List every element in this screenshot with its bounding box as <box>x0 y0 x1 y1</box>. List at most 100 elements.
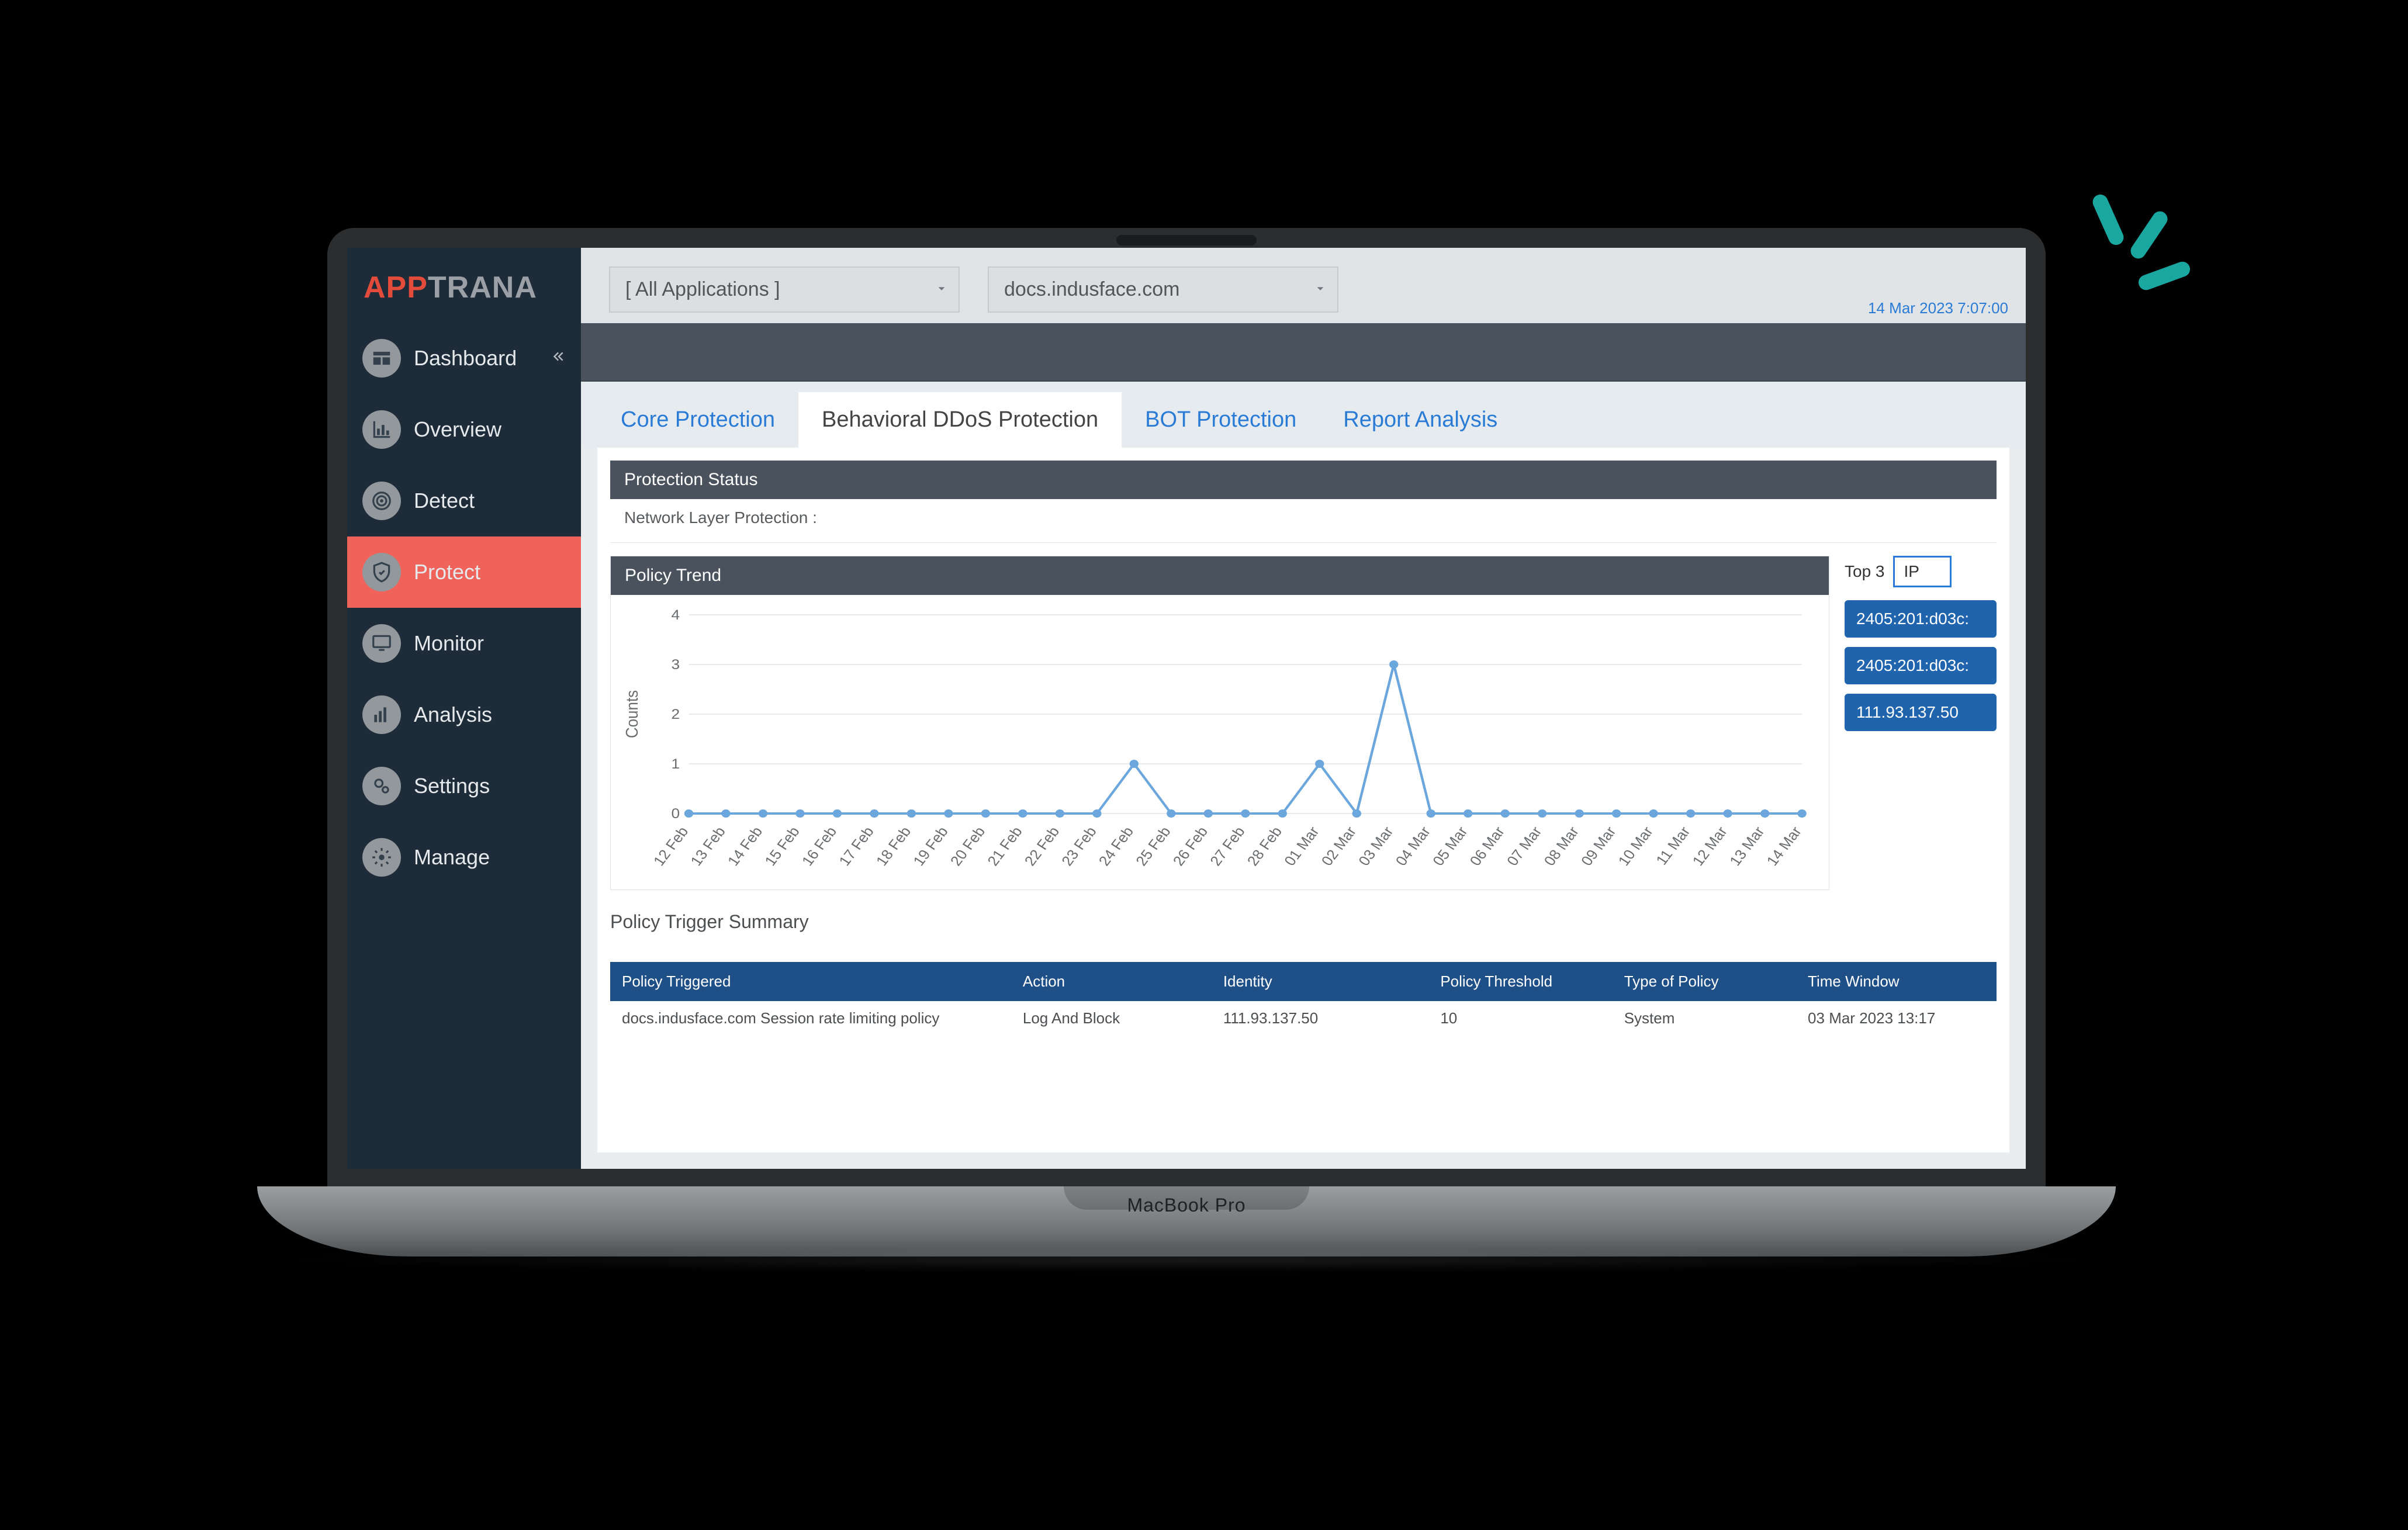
svg-text:22 Feb: 22 Feb <box>1022 824 1063 869</box>
monitor-icon <box>362 624 401 663</box>
svg-text:27 Feb: 27 Feb <box>1207 824 1248 869</box>
svg-text:11 Mar: 11 Mar <box>1653 824 1694 868</box>
sidebar-item-protect[interactable]: Protect <box>347 536 581 608</box>
svg-text:3: 3 <box>672 657 680 673</box>
sidebar-item-label: Manage <box>414 845 490 870</box>
svg-text:12 Mar: 12 Mar <box>1689 824 1731 868</box>
table-header-cell: Type of Policy <box>1613 962 1796 1001</box>
table-row[interactable]: docs.indusface.com Session rate limiting… <box>610 1001 1997 1036</box>
svg-text:05 Mar: 05 Mar <box>1430 824 1471 868</box>
sidebar-item-label: Dashboard <box>414 346 517 371</box>
sidebar-item-manage[interactable]: Manage <box>347 822 581 893</box>
table-cell: 03 Mar 2023 13:17 <box>1796 1001 1997 1036</box>
sidebar-item-monitor[interactable]: Monitor <box>347 608 581 679</box>
svg-text:09 Mar: 09 Mar <box>1578 824 1620 868</box>
svg-text:02 Mar: 02 Mar <box>1319 824 1360 868</box>
svg-text:25 Feb: 25 Feb <box>1133 824 1174 869</box>
sidebar-item-label: Detect <box>414 489 475 513</box>
sidebar-item-label: Protect <box>414 560 480 584</box>
svg-text:06 Mar: 06 Mar <box>1466 824 1508 868</box>
svg-text:10 Mar: 10 Mar <box>1615 824 1656 868</box>
gears-icon <box>362 767 401 805</box>
brand-part2: TRANA <box>428 271 537 304</box>
table-header-cell: Time Window <box>1796 962 1997 1001</box>
laptop-base: MacBook Pro <box>257 1186 2116 1256</box>
chart-icon <box>362 410 401 449</box>
tab-behavioral-ddos-protection[interactable]: Behavioral DDoS Protection <box>798 392 1122 448</box>
svg-text:2: 2 <box>672 707 680 722</box>
table-header-cell: Identity <box>1212 962 1429 1001</box>
sidebar-item-overview[interactable]: Overview <box>347 394 581 465</box>
app-select[interactable]: docs.indusface.com <box>988 266 1338 313</box>
brand-part1: APP <box>364 271 428 304</box>
topbar: [ All Applications ] docs.indusface.com … <box>581 248 2026 323</box>
sidebar-item-label: Analysis <box>414 702 492 727</box>
group-select[interactable]: [ All Applications ] <box>609 266 960 313</box>
svg-text:01 Mar: 01 Mar <box>1281 824 1323 868</box>
svg-text:23 Feb: 23 Feb <box>1058 824 1100 869</box>
sidebar-item-analysis[interactable]: Analysis <box>347 679 581 750</box>
content: Protection Status Network Layer Protecti… <box>597 448 2009 1152</box>
top-ip-badge[interactable]: 2405:201:d03c: <box>1845 600 1997 638</box>
svg-text:1: 1 <box>672 756 680 772</box>
svg-text:21 Feb: 21 Feb <box>984 824 1026 869</box>
nav: Dashboard Overview Detect Protect Monitor Ana… <box>347 323 581 893</box>
trend-panel-header: Policy Trend <box>611 556 1829 595</box>
trigger-table: Policy TriggeredActionIdentityPolicy Thr… <box>610 962 1997 1036</box>
laptop-frame: APPTRANA Dashboard Overview Detect Protect M… <box>327 228 2046 1262</box>
tabs: Core ProtectionBehavioral DDoS Protectio… <box>581 382 2026 448</box>
table-cell: System <box>1613 1001 1796 1036</box>
svg-text:4: 4 <box>672 607 680 623</box>
subheader-bar <box>581 323 2026 382</box>
main: [ All Applications ] docs.indusface.com … <box>581 248 2026 1169</box>
status-text: Network Layer Protection : <box>610 499 1997 543</box>
table-header: Policy TriggeredActionIdentityPolicy Thr… <box>610 962 1997 1001</box>
sidebar-item-dashboard[interactable]: Dashboard <box>347 323 581 394</box>
table-header-cell: Policy Threshold <box>1428 962 1612 1001</box>
svg-text:17 Feb: 17 Feb <box>836 824 877 869</box>
svg-text:14 Feb: 14 Feb <box>725 824 766 869</box>
brand-logo: APPTRANA <box>347 248 581 323</box>
app-select-value: docs.indusface.com <box>1004 278 1180 300</box>
svg-text:19 Feb: 19 Feb <box>910 824 952 869</box>
svg-text:18 Feb: 18 Feb <box>873 824 915 869</box>
sidebar-item-settings[interactable]: Settings <box>347 750 581 822</box>
gear-icon <box>362 838 401 877</box>
sidebar-item-detect[interactable]: Detect <box>347 465 581 536</box>
tab-bot-protection[interactable]: BOT Protection <box>1122 392 1320 448</box>
chart-area: Counts0123412 Feb13 Feb14 Feb15 Feb16 Fe… <box>611 595 1829 889</box>
svg-text:16 Feb: 16 Feb <box>799 824 840 869</box>
svg-text:12 Feb: 12 Feb <box>651 824 692 869</box>
page-timestamp: 14 Mar 2023 7:07:00 <box>1868 299 2008 317</box>
svg-text:20 Feb: 20 Feb <box>947 824 989 869</box>
svg-text:0: 0 <box>672 806 680 822</box>
target-icon <box>362 482 401 520</box>
svg-text:26 Feb: 26 Feb <box>1170 824 1212 869</box>
top-ip-badge[interactable]: 2405:201:d03c: <box>1845 647 1997 684</box>
table-header-cell: Policy Triggered <box>610 962 1011 1001</box>
table-cell: docs.indusface.com Session rate limiting… <box>610 1001 1011 1036</box>
top3-select[interactable]: IP <box>1893 556 1952 587</box>
svg-text:24 Feb: 24 Feb <box>1096 824 1137 869</box>
tab-core-protection[interactable]: Core Protection <box>597 392 798 448</box>
svg-text:28 Feb: 28 Feb <box>1244 824 1286 869</box>
sidebar-item-label: Overview <box>414 417 501 442</box>
bars-icon <box>362 695 401 734</box>
policy-trend-panel: Policy Trend Counts 0 1 2 3 4 12 Feb13 Feb14 F… <box>610 556 1829 890</box>
collapse-icon <box>548 346 566 371</box>
svg-text:Counts: Counts <box>625 690 641 738</box>
table-cell: 111.93.137.50 <box>1212 1001 1429 1036</box>
sidebar-item-label: Settings <box>414 774 490 798</box>
svg-text:13 Feb: 13 Feb <box>687 824 729 869</box>
svg-text:04 Mar: 04 Mar <box>1393 824 1434 868</box>
tab-report-analysis[interactable]: Report Analysis <box>1320 392 1521 448</box>
top-ip-badge[interactable]: 111.93.137.50 <box>1845 694 1997 731</box>
chevron-down-icon <box>934 278 949 301</box>
top3-label: Top 3 <box>1845 562 1885 581</box>
svg-text:03 Mar: 03 Mar <box>1355 824 1397 868</box>
table-header-cell: Action <box>1011 962 1212 1001</box>
chevron-down-icon <box>1313 278 1328 301</box>
device-label: MacBook Pro <box>257 1195 2116 1216</box>
table-cell: 10 <box>1428 1001 1612 1036</box>
svg-text:14 Mar: 14 Mar <box>1763 824 1805 868</box>
